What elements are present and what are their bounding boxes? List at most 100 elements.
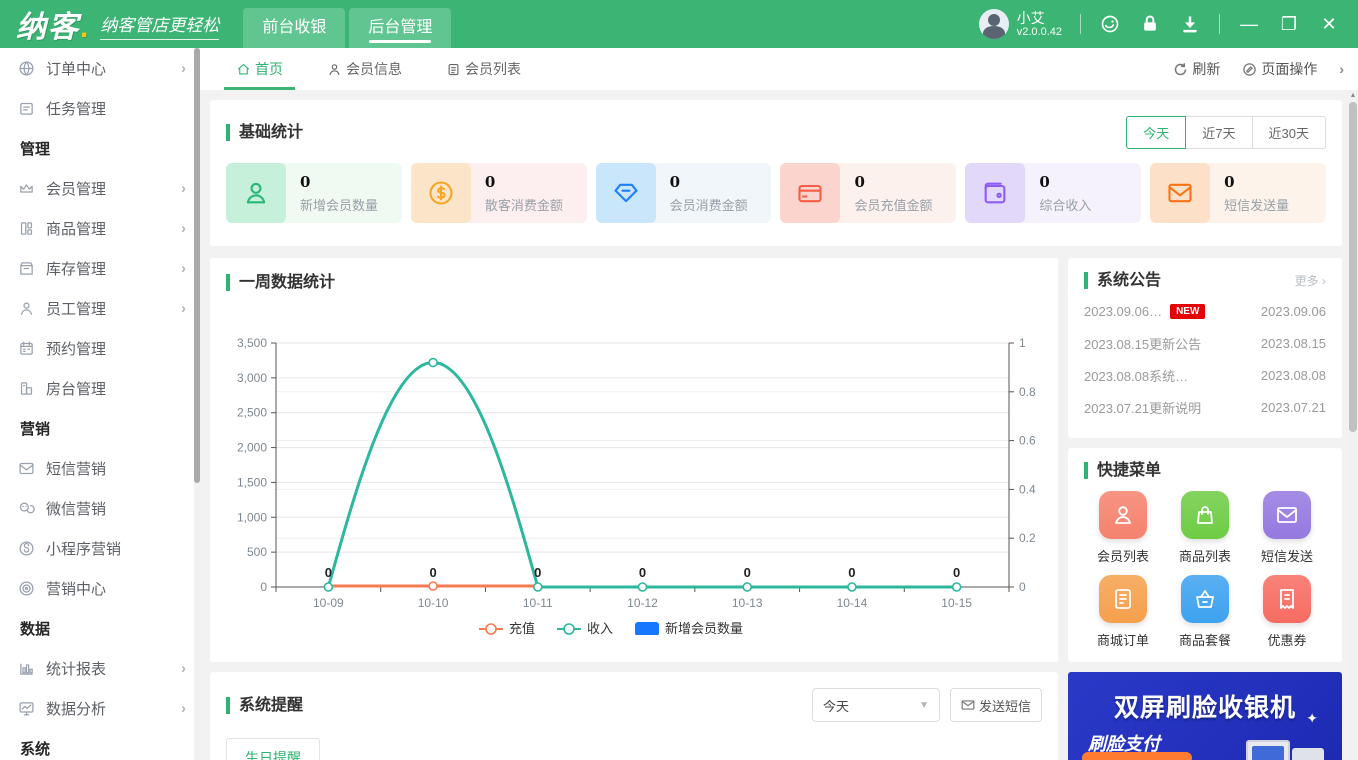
svg-text:2,000: 2,000 — [237, 441, 267, 455]
download-icon[interactable] — [1179, 13, 1201, 35]
sidebar-item[interactable]: 会员管理 › — [0, 168, 200, 208]
brand: 纳客. 纳客管店更轻松 — [0, 2, 233, 46]
svg-text:10-12: 10-12 — [627, 596, 658, 610]
header-right: 小艾 v2.0.0.42 — ❐ ✕ — [978, 9, 1358, 39]
new-badge: NEW — [1170, 303, 1206, 319]
sidebar-item[interactable]: 库存管理 › — [0, 248, 200, 288]
announcement-row[interactable]: 2023.09.06… NEW 2023.09.06 — [1084, 295, 1326, 327]
main-scrollbar-thumb[interactable] — [1349, 102, 1357, 432]
refresh-label: 刷新 — [1192, 61, 1221, 77]
more-link[interactable]: 更多 › — [1295, 272, 1326, 289]
svg-text:新增会员数量: 新增会员数量 — [665, 621, 743, 635]
sidebar-item[interactable]: 房台管理 › — [0, 368, 200, 408]
divider — [1080, 14, 1081, 34]
base-stats-card: 基础统计 今天 近7天 近30天 0 新增会员数量 0 散客消费金额 0 会员消… — [210, 100, 1342, 246]
minimize-button[interactable]: — — [1238, 14, 1260, 35]
quick-menu-item[interactable]: 商品套餐 — [1164, 575, 1246, 649]
chevron-right-icon: › — [181, 659, 186, 677]
person-icon — [226, 163, 286, 223]
sidebar-item[interactable]: 员工管理 › — [0, 288, 200, 328]
sparkle-icon: ✦ — [1306, 710, 1318, 726]
mail-icon — [1150, 163, 1211, 223]
weekly-chart-title: 一周数据统计 — [226, 274, 335, 291]
page-ops-button[interactable]: 页面操作 — [1242, 59, 1317, 79]
period-button[interactable]: 近7天 — [1185, 116, 1253, 149]
svg-text:0: 0 — [325, 565, 332, 580]
chevron-right-icon: › — [181, 299, 186, 317]
quick-menu-item[interactable]: 商城订单 — [1082, 575, 1164, 649]
sidebar-item[interactable]: 统计报表 › — [0, 648, 200, 688]
support-icon[interactable] — [1099, 13, 1121, 35]
page-tabbar: 首页 会员信息 会员列表 刷新 页面操作 › — [200, 48, 1358, 90]
mode-tab[interactable]: 前台收银 — [243, 8, 346, 48]
avatar[interactable] — [978, 9, 1009, 39]
page-tab-label: 首页 — [255, 61, 283, 77]
announcement-row[interactable]: 2023.07.21更新说明 2023.07.21 — [1084, 391, 1326, 423]
sidebar-item[interactable]: 任务管理 › — [0, 88, 200, 128]
sidebar-item[interactable]: 数据分析 › — [0, 688, 200, 728]
quick-menu-label: 商城订单 — [1096, 633, 1149, 648]
svg-text:2,500: 2,500 — [237, 406, 267, 420]
sidebar-item[interactable]: 营销中心 › — [0, 568, 200, 608]
quick-menu-label: 会员列表 — [1096, 549, 1149, 564]
weekly-data-chart[interactable]: 0 500 1,000 1,500 2,000 2,500 3,000 3,500 0 0.2 0.… — [214, 295, 1044, 636]
chevron-right-icon: › — [181, 179, 186, 197]
stat-card: 0 散客消费金额 — [410, 163, 587, 223]
announcement-row[interactable]: 2023.08.08系统… 2023.08.08 — [1084, 359, 1326, 391]
sidebar-item[interactable]: 预约管理 › — [0, 328, 200, 368]
chevron-right-icon[interactable]: › — [1339, 61, 1344, 77]
wechat-icon — [18, 499, 36, 517]
period-button[interactable]: 今天 — [1126, 116, 1187, 149]
stat-label: 综合收入 — [1039, 197, 1092, 213]
announcement-row[interactable]: 2023.08.15更新公告 2023.08.15 — [1084, 327, 1326, 359]
sidebar-item-label: 微信营销 — [46, 500, 107, 518]
lock-icon[interactable] — [1139, 13, 1161, 35]
quick-menu-item[interactable]: 商品列表 — [1164, 491, 1246, 565]
bag-icon — [1181, 491, 1229, 539]
user-box[interactable]: 小艾 v2.0.0.42 — [978, 9, 1062, 39]
quick-menu-card: 快捷菜单 会员列表 商品列表 短信发送 商城订单 商品套餐 优惠券 — [1068, 448, 1342, 662]
page-tab[interactable]: 首页 — [224, 48, 295, 90]
svg-text:10-11: 10-11 — [523, 596, 553, 610]
send-sms-button[interactable]: 发送短信 — [949, 688, 1042, 722]
stat-value: 0 — [1039, 172, 1050, 191]
sidebar-item-label: 预约管理 — [46, 340, 107, 358]
announcement-label: 2023.08.08系统… — [1084, 368, 1189, 384]
page-tab[interactable]: 会员列表 — [446, 48, 521, 90]
quick-menu-item[interactable]: 会员列表 — [1082, 491, 1164, 565]
reminder-period-select[interactable]: 今天 ▼ — [811, 688, 940, 722]
scroll-up-arrow[interactable]: ▲ — [1348, 90, 1358, 102]
announcement-date: 2023.08.08 — [1260, 367, 1326, 383]
sidebar-item[interactable]: 订单中心 › — [0, 48, 200, 88]
birthday-reminder-tab[interactable]: 生日提醒 — [226, 738, 320, 760]
app-window: 纳客. 纳客管店更轻松 前台收银 后台管理 小艾 v2.0.0.42 — ❐ ✕… — [0, 0, 1358, 760]
chevron-right-icon: › — [181, 699, 186, 717]
period-button[interactable]: 近30天 — [1251, 116, 1326, 149]
refresh-button[interactable]: 刷新 — [1173, 59, 1220, 79]
svg-text:0: 0 — [1019, 580, 1026, 594]
quick-menu-item[interactable]: 优惠券 — [1246, 575, 1328, 649]
order-icon — [1099, 575, 1147, 623]
stock-icon — [18, 259, 36, 277]
main-scrollbar[interactable]: ▲ — [1348, 90, 1358, 760]
svg-text:10-15: 10-15 — [941, 596, 972, 610]
quick-menu-label: 商品套餐 — [1178, 633, 1231, 648]
sidebar-item[interactable]: 微信营销 › — [0, 488, 200, 528]
ad-banner[interactable]: 双屏刷脸收银机 刷脸支付 ✦ — [1068, 672, 1342, 760]
sidebar-item[interactable]: 小程序营销 › — [0, 528, 200, 568]
mode-tab[interactable]: 后台管理 — [349, 8, 452, 48]
maximize-button[interactable]: ❐ — [1278, 14, 1300, 35]
page-tab-label: 会员列表 — [465, 61, 521, 77]
sidebar-item[interactable]: 商品管理 › — [0, 208, 200, 248]
sidebar-item[interactable]: 短信营销 › — [0, 448, 200, 488]
page-tab[interactable]: 会员信息 — [327, 48, 402, 90]
svg-text:10-14: 10-14 — [837, 596, 868, 610]
sidebar: 订单中心 › 任务管理 › 管理 会员管理 › 商品管理 › — [0, 48, 200, 760]
svg-text:0: 0 — [953, 565, 960, 580]
svg-text:0: 0 — [534, 565, 541, 580]
list-icon — [446, 62, 461, 77]
quick-menu-item[interactable]: 短信发送 — [1246, 491, 1328, 565]
close-button[interactable]: ✕ — [1318, 14, 1340, 35]
announcement-label: 2023.08.15更新公告 — [1084, 336, 1202, 352]
svg-text:0.6: 0.6 — [1019, 434, 1036, 448]
